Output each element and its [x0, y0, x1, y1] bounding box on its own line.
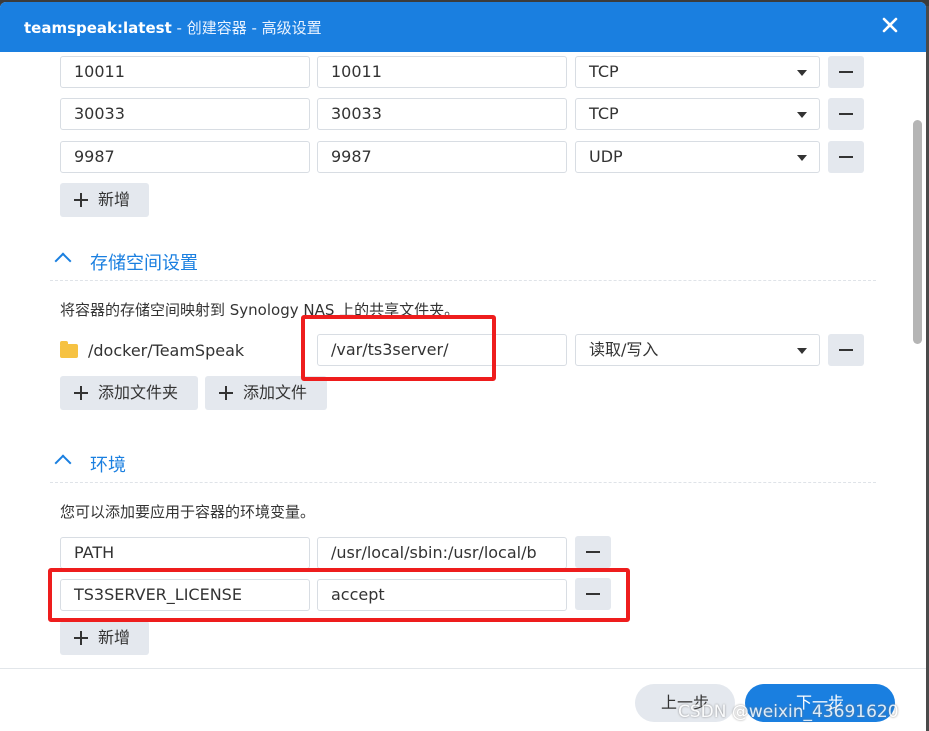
plus-icon [219, 386, 233, 400]
watermark: CSDN @weixin_43691620 [678, 702, 899, 722]
local-port-input[interactable]: 30033 [60, 98, 310, 130]
storage-description: 将容器的存储空间映射到 Synology NAS 上的共享文件夹。 [60, 301, 460, 319]
add-folder-button[interactable]: 添加文件夹 [60, 376, 198, 410]
scrollbar[interactable] [913, 120, 922, 344]
container-port-input[interactable]: 10011 [317, 56, 567, 88]
minus-icon [839, 71, 853, 73]
create-container-dialog: teamspeak:latest - 创建容器 - 高级设置 10011 100… [0, 2, 926, 731]
remove-mount-button[interactable] [828, 334, 864, 366]
storage-path: /docker/TeamSpeak [60, 341, 244, 360]
env-value-input[interactable]: /usr/local/sbin:/usr/local/b [317, 537, 567, 569]
folder-icon [60, 341, 78, 358]
add-file-label: 添加文件 [243, 383, 308, 402]
close-icon[interactable] [878, 13, 902, 37]
remove-env-button[interactable] [575, 578, 611, 610]
minus-icon [839, 349, 853, 351]
remove-port-button[interactable] [828, 141, 864, 173]
add-folder-label: 添加文件夹 [98, 383, 179, 402]
chevron-up-icon [54, 252, 72, 270]
container-port-input[interactable]: 9987 [317, 141, 567, 173]
plus-icon [74, 631, 88, 645]
section-divider [50, 482, 876, 483]
minus-icon [839, 156, 853, 158]
protocol-select[interactable]: TCP [575, 98, 820, 130]
add-port-label: 新增 [98, 190, 131, 209]
protocol-value: UDP [589, 147, 623, 166]
protocol-value: TCP [589, 104, 619, 123]
window-title: teamspeak:latest - 创建容器 - 高级设置 [24, 17, 322, 38]
chevron-up-icon [54, 454, 72, 472]
dropdown-caret-icon [797, 348, 807, 354]
container-port-input[interactable]: 30033 [317, 98, 567, 130]
title-app: teamspeak:latest [24, 19, 172, 37]
add-port-button[interactable]: 新增 [60, 183, 149, 217]
minus-icon [586, 593, 600, 595]
plus-icon [74, 193, 88, 207]
local-port-input[interactable]: 10011 [60, 56, 310, 88]
environment-section-title: 环境 [90, 455, 126, 476]
protocol-value: TCP [589, 62, 619, 81]
section-divider [50, 280, 876, 281]
env-name-input[interactable]: TS3SERVER_LICENSE [60, 579, 310, 611]
env-value-input[interactable]: accept [317, 579, 567, 611]
remove-port-button[interactable] [828, 98, 864, 130]
env-name-input[interactable]: PATH [60, 537, 310, 569]
mount-path-input[interactable]: /var/ts3server/ [317, 334, 567, 366]
settings-content: 10011 10011 TCP 30033 30033 TCP 9987 998… [0, 52, 926, 668]
protocol-select[interactable]: UDP [575, 141, 820, 173]
add-env-button[interactable]: 新增 [60, 621, 149, 655]
dropdown-caret-icon [797, 70, 807, 76]
add-env-label: 新增 [98, 628, 131, 647]
storage-section-title: 存储空间设置 [90, 253, 198, 274]
plus-icon [74, 386, 88, 400]
dropdown-caret-icon [797, 112, 807, 118]
add-file-button[interactable]: 添加文件 [205, 376, 327, 410]
remove-port-button[interactable] [828, 56, 864, 88]
minus-icon [586, 551, 600, 553]
dropdown-caret-icon [797, 155, 807, 161]
mount-mode-select[interactable]: 读取/写入 [575, 334, 820, 366]
title-bar: teamspeak:latest - 创建容器 - 高级设置 [0, 2, 926, 52]
storage-path-label: /docker/TeamSpeak [88, 341, 245, 360]
local-port-input[interactable]: 9987 [60, 141, 310, 173]
protocol-select[interactable]: TCP [575, 56, 820, 88]
environment-description: 您可以添加要应用于容器的环境变量。 [60, 503, 316, 521]
minus-icon [839, 113, 853, 115]
remove-env-button[interactable] [575, 536, 611, 568]
title-rest: - 创建容器 - 高级设置 [171, 19, 322, 37]
mount-mode-value: 读取/写入 [589, 340, 659, 359]
